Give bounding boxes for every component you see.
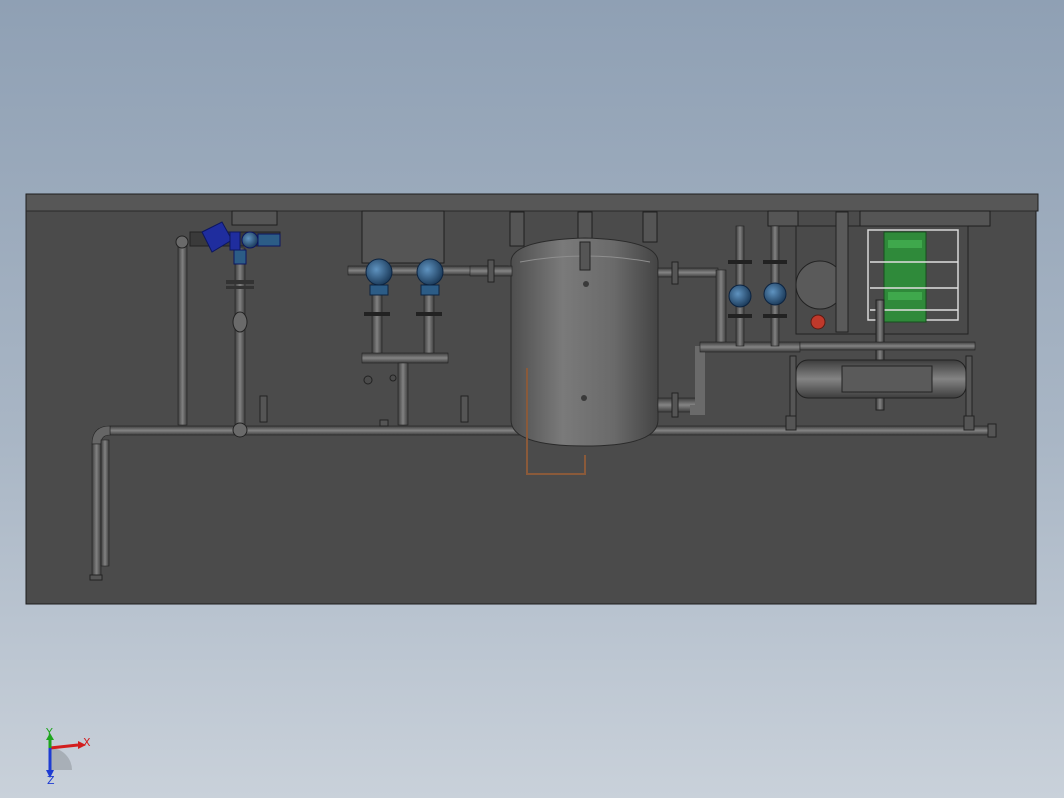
axis-triad: X Y Z — [45, 726, 91, 787]
pump-4[interactable] — [763, 282, 787, 306]
y-axis-label: Y — [45, 726, 53, 739]
z-axis-label: Z — [47, 774, 55, 787]
pump-2[interactable] — [416, 258, 444, 296]
pump-3[interactable] — [728, 284, 752, 308]
x-axis-arrow — [49, 743, 79, 750]
pump-1[interactable] — [365, 258, 393, 296]
cad-viewport[interactable]: X Y Z — [0, 0, 1064, 798]
x-axis-label: X — [83, 736, 91, 749]
